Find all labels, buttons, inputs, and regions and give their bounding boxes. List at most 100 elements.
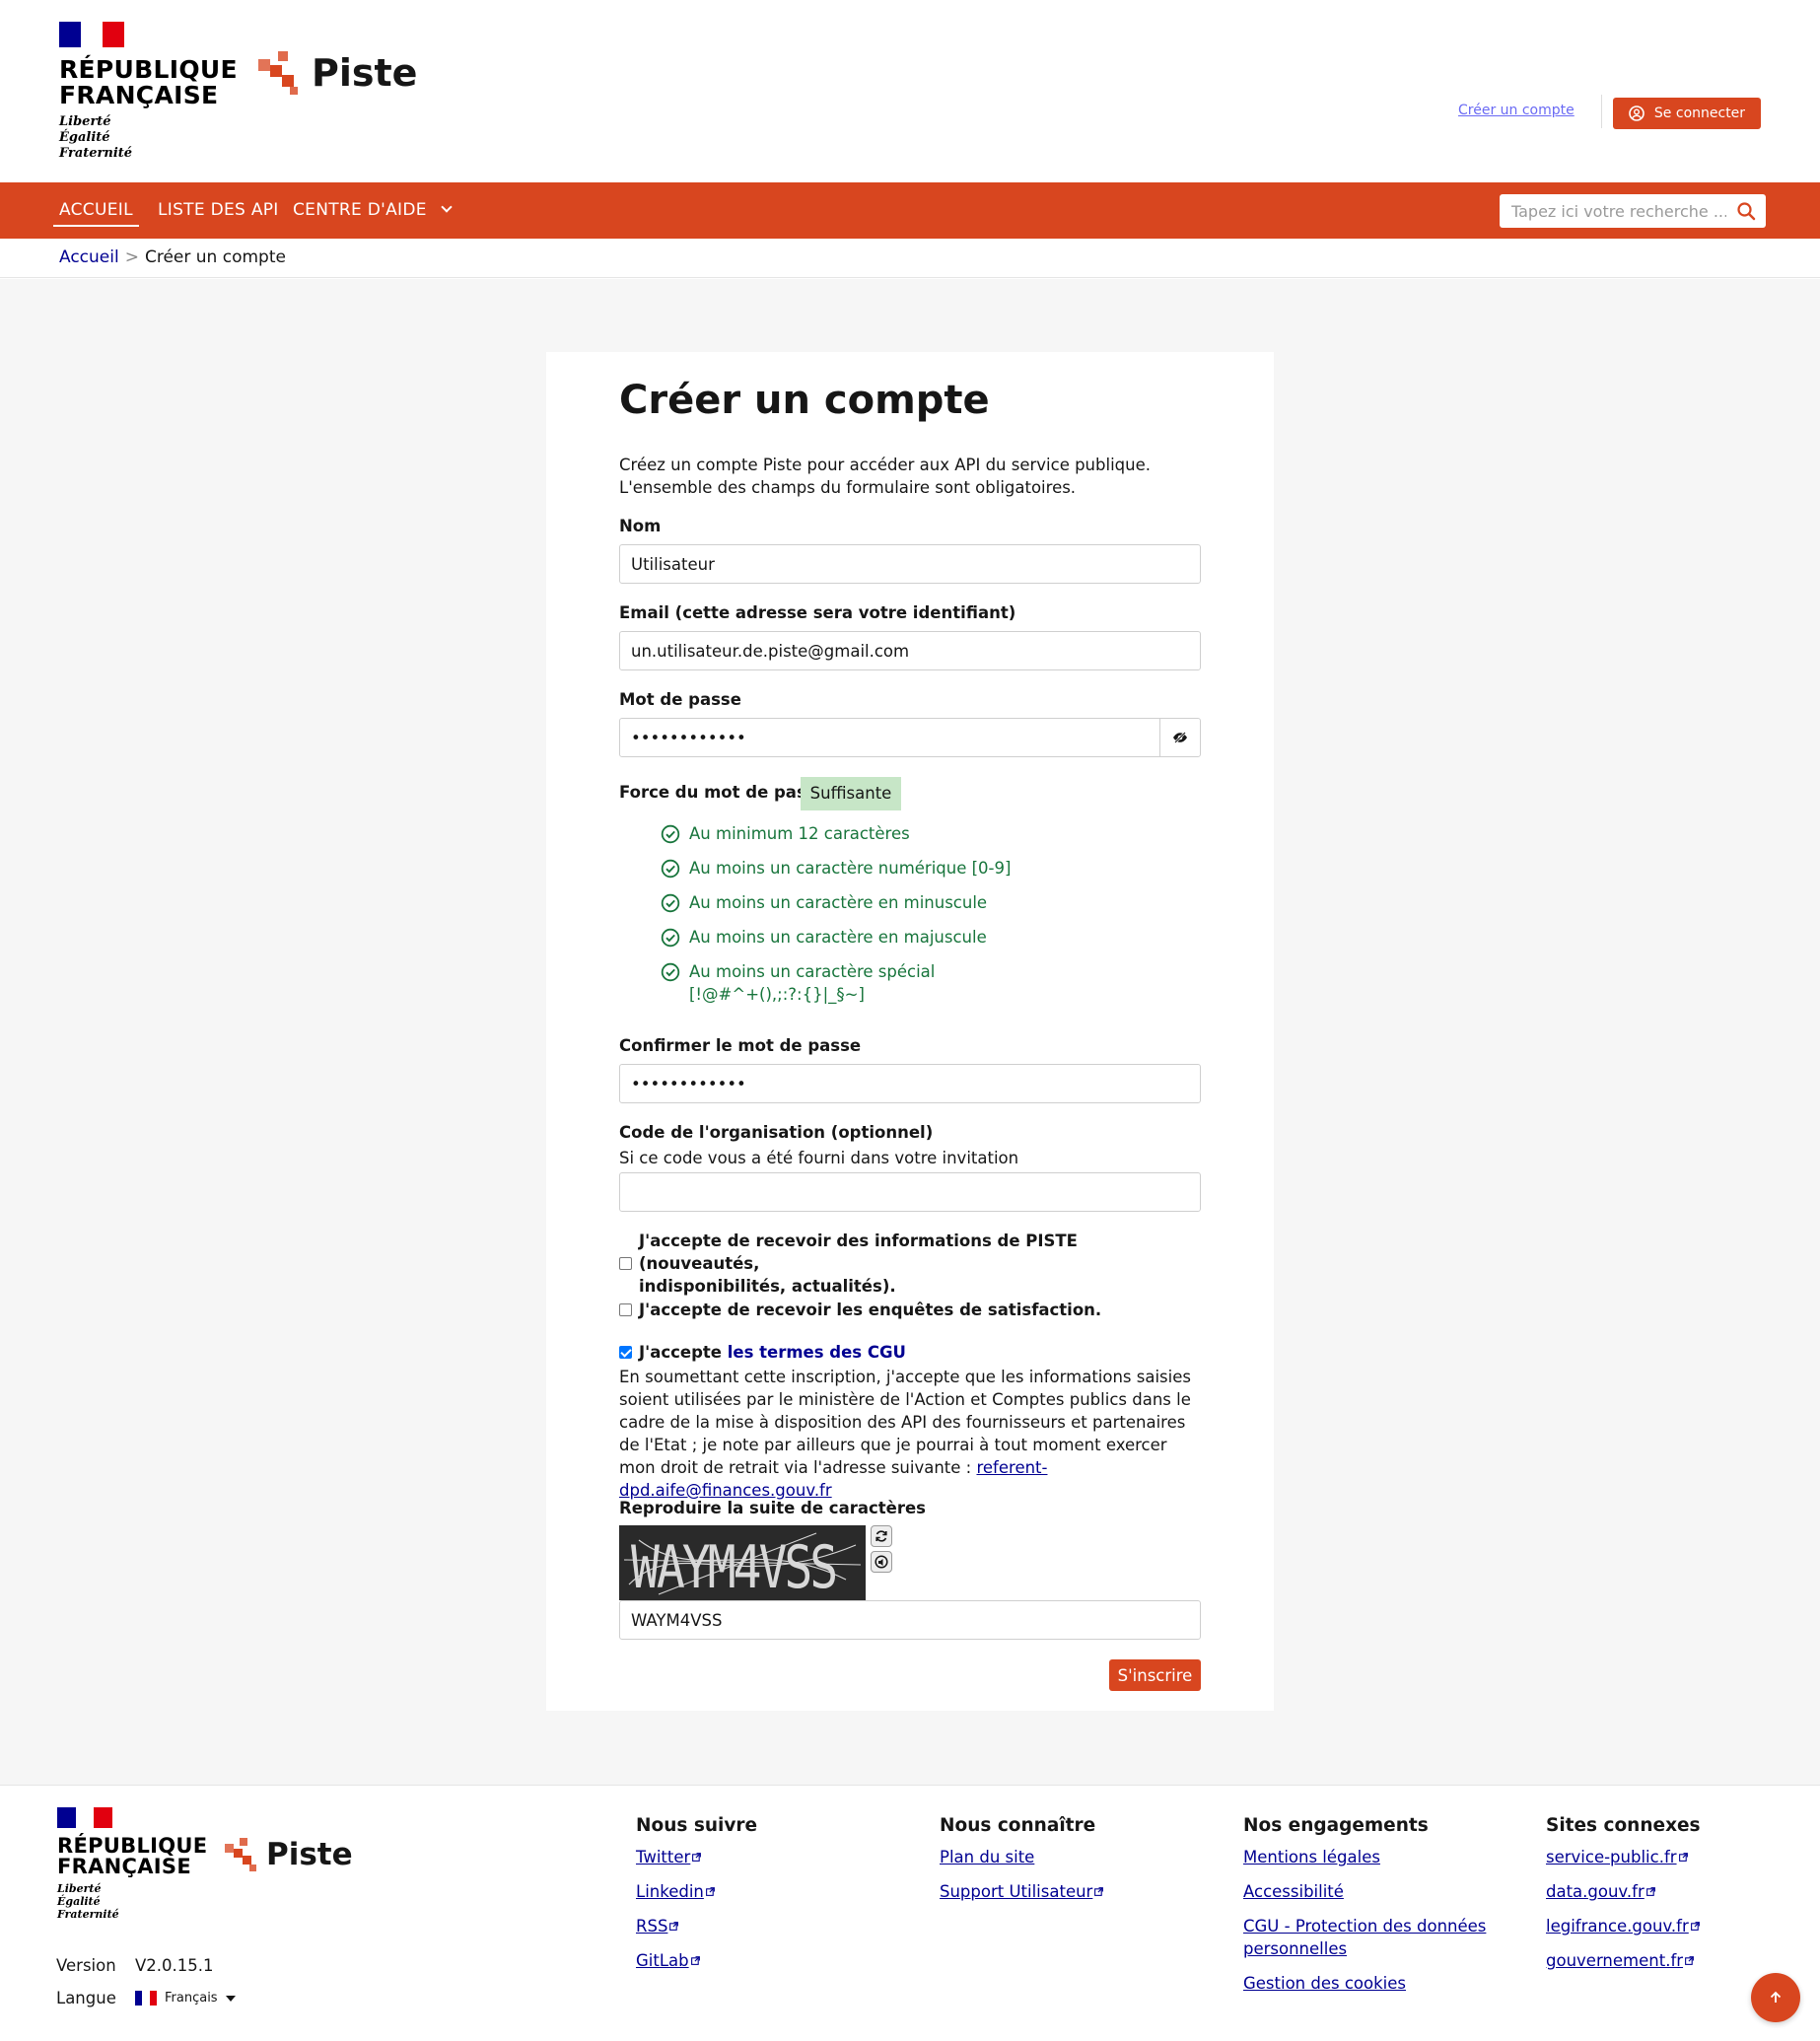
footer-republique-francaise-logo[interactable]: RÉPUBLIQUE FRANÇAISE Liberté Égalité Fra…: [57, 1807, 208, 1921]
motto-liberte: Liberté: [59, 114, 111, 129]
signup-submit-button[interactable]: S'inscrire: [1109, 1659, 1201, 1691]
nav-item-liste-api[interactable]: LISTE DES API: [158, 182, 279, 239]
footer-column-title: Sites connexes: [1546, 1815, 1701, 1836]
consent-info-line-2: indisponibilités, actualités).: [639, 1277, 896, 1296]
footer-link-data-gouv[interactable]: data.gouv.fr: [1546, 1880, 1701, 1903]
language-value: Français: [165, 1991, 218, 2006]
external-link-icon: [1678, 1853, 1688, 1862]
footer-link-accessibilite[interactable]: Accessibilité: [1243, 1880, 1490, 1903]
captcha-audio-button[interactable]: [871, 1551, 892, 1573]
org-code-field[interactable]: [619, 1172, 1201, 1212]
captcha-refresh-button[interactable]: [871, 1525, 892, 1547]
footer-column-title: Nous connaître: [940, 1815, 1096, 1836]
language-selector[interactable]: Français: [135, 1991, 236, 2006]
footer-link-plan-du-site[interactable]: Plan du site: [940, 1846, 1103, 1868]
cgu-label[interactable]: J'accepte les termes des CGU: [639, 1341, 906, 1364]
rf-name-line1: RÉPUBLIQUE: [59, 55, 238, 84]
external-link-icon: [1645, 1887, 1655, 1896]
footer-link-linkedin[interactable]: Linkedin: [636, 1880, 757, 1903]
footer-column-title: Nos engagements: [1243, 1815, 1429, 1836]
consent-survey-row: J'accepte de recevoir les enquêtes de sa…: [619, 1299, 1201, 1321]
consent-survey-label[interactable]: J'accepte de recevoir les enquêtes de sa…: [639, 1299, 1101, 1321]
breadcrumb-separator: >: [124, 247, 139, 267]
footer-link-service-public[interactable]: service-public.fr: [1546, 1846, 1701, 1868]
nav-item-centre-aide[interactable]: CENTRE D'AIDE: [293, 182, 453, 239]
footer-column-sites-connexes: Sites connexes service-public.fr data.go…: [1546, 1815, 1701, 1984]
login-button-label: Se connecter: [1653, 106, 1746, 121]
footer-link-twitter[interactable]: Twitter: [636, 1846, 757, 1868]
signup-card: Créer un compte Créez un compte Piste po…: [546, 352, 1274, 1711]
name-field[interactable]: [619, 544, 1201, 584]
site-header: RÉPUBLIQUE FRANÇAISE Liberté Égalité Fra…: [0, 0, 1820, 182]
password-visibility-toggle[interactable]: [1159, 718, 1201, 757]
legal-notice-text: En soumettant cette inscription, j'accep…: [619, 1368, 1191, 1477]
confirm-password-field[interactable]: [619, 1064, 1201, 1103]
password-rule: Au minimum 12 caractères: [661, 822, 910, 845]
org-code-hint: Si ce code vous a été fourni dans votre …: [619, 1149, 1019, 1167]
captcha-input[interactable]: [619, 1600, 1201, 1640]
login-button[interactable]: Se connecter: [1613, 98, 1761, 129]
email-label: Email (cette adresse sera votre identifi…: [619, 603, 1016, 622]
password-rule-text: Au moins un caractère en minuscule: [689, 893, 988, 912]
external-link-icon: [1690, 1922, 1700, 1931]
piste-mark-icon: [258, 51, 302, 95]
create-account-link[interactable]: Créer un compte: [1458, 103, 1575, 118]
password-rule-text: Au moins un caractère numérique [0-9]: [689, 859, 1012, 878]
check-circle-icon: [661, 928, 680, 948]
check-circle-icon: [661, 893, 680, 913]
marianne-flag-icon: [57, 1807, 113, 1828]
check-circle-icon: [661, 859, 680, 879]
name-label: Nom: [619, 517, 662, 535]
rf-name-line2: FRANÇAISE: [57, 1855, 191, 1878]
footer-link-mentions-legales[interactable]: Mentions légales: [1243, 1846, 1490, 1868]
consent-info-line-1: J'accepte de recevoir des informations d…: [639, 1232, 1078, 1273]
nav-item-label: ACCUEIL: [59, 200, 133, 220]
password-rule-special: Au moins un caractère spécial: [689, 962, 936, 981]
consent-survey-checkbox[interactable]: [619, 1303, 632, 1316]
rf-name-line2: FRANÇAISE: [59, 81, 219, 109]
piste-logo[interactable]: Piste: [258, 51, 417, 95]
marianne-flag-icon: [59, 22, 124, 47]
consent-info-row: J'accepte de recevoir des informations d…: [619, 1230, 1201, 1298]
intro-line-2: L'ensemble des champs du formulaire sont…: [619, 478, 1077, 497]
footer-link-legifrance[interactable]: legifrance.gouv.fr: [1546, 1915, 1701, 1937]
scroll-to-top-button[interactable]: [1751, 1973, 1800, 2022]
footer-link-cgu-donnees[interactable]: CGU - Protection des données personnelle…: [1243, 1915, 1490, 1960]
search-icon[interactable]: [1736, 201, 1756, 221]
email-field[interactable]: [619, 631, 1201, 670]
footer-link-support[interactable]: Support Utilisateur: [940, 1880, 1104, 1903]
breadcrumb-home-link[interactable]: Accueil: [59, 247, 119, 267]
footer-language: Langue Français: [56, 1989, 236, 2007]
strength-label-text: Force du mot de passe: [619, 783, 827, 802]
motto-egalite: Égalité: [59, 130, 110, 145]
external-link-icon: [1685, 1956, 1694, 1965]
nav-item-label: CENTRE D'AIDE: [293, 200, 427, 220]
footer-link-cookies[interactable]: Gestion des cookies: [1243, 1972, 1490, 1995]
language-key: Langue: [56, 1989, 116, 2007]
rf-name-line1: RÉPUBLIQUE: [57, 1834, 208, 1858]
rf-motto: Liberté Égalité Fraternité: [59, 114, 227, 162]
consent-info-checkbox[interactable]: [619, 1257, 632, 1270]
password-field[interactable]: [619, 718, 1160, 757]
password-rule: Au moins un caractère en majuscule: [661, 926, 987, 949]
external-link-icon: [1094, 1887, 1104, 1896]
captcha-noise: [623, 1532, 862, 1595]
piste-mark-icon: [225, 1838, 258, 1871]
footer-link-rss[interactable]: RSS: [636, 1915, 757, 1937]
cgu-checkbox[interactable]: [619, 1346, 632, 1359]
consent-info-label[interactable]: J'accepte de recevoir des informations d…: [639, 1230, 1201, 1298]
search-input[interactable]: [1500, 194, 1726, 228]
footer-link-gouvernement[interactable]: gouvernement.fr: [1546, 1949, 1701, 1972]
search-box: [1500, 194, 1766, 228]
republique-francaise-logo[interactable]: RÉPUBLIQUE FRANÇAISE Liberté Égalité Fra…: [59, 22, 238, 162]
footer-link-gitlab[interactable]: GitLab: [636, 1949, 757, 1972]
check-circle-icon: [661, 962, 680, 982]
main-content: Créer un compte Créez un compte Piste po…: [0, 279, 1820, 1785]
cgu-prefix: J'accepte: [639, 1343, 722, 1362]
footer-column-nous-connaitre: Nous connaître Plan du site Support Util…: [940, 1815, 1104, 1915]
nav-item-accueil[interactable]: ACCUEIL: [53, 182, 139, 239]
cgu-terms-link[interactable]: les termes des CGU: [728, 1343, 906, 1362]
footer-piste-logo[interactable]: Piste: [225, 1837, 353, 1872]
version-key: Version: [56, 1956, 116, 1975]
breadcrumb-current: Créer un compte: [144, 247, 286, 267]
